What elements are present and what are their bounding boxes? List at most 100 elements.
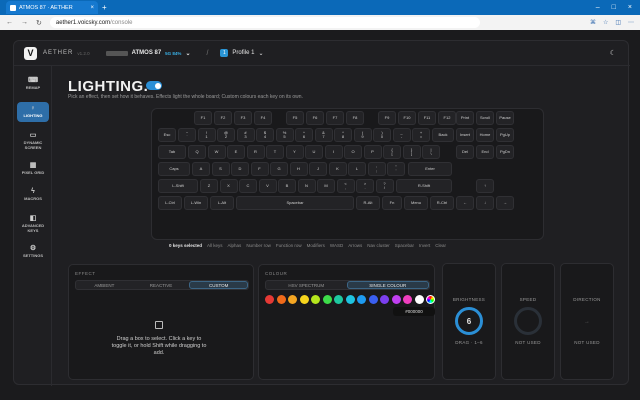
translate-icon[interactable]: ⌘ [590, 19, 596, 26]
key[interactable]: Back [432, 128, 454, 142]
profile-selector[interactable]: 1 Profile 1 ⌄ [220, 49, 263, 57]
effect-tab[interactable]: CUSTOM [189, 281, 249, 289]
key[interactable]: R-Ctrl [430, 196, 454, 210]
key[interactable]: F6 [306, 111, 324, 125]
key[interactable]: End [476, 145, 494, 159]
key[interactable]: C [239, 179, 257, 193]
url-field[interactable]: aether1.voicsky.com/console [49, 17, 480, 28]
key[interactable]: } ] [402, 145, 421, 159]
key[interactable]: ) 0 [373, 128, 391, 142]
device-selector[interactable]: ATMOS 87 5G 84% ⌄ [105, 50, 190, 57]
sidebar-item-advanced-keys[interactable]: ◧ ADVANCED KEYS [17, 215, 49, 233]
key[interactable]: K [328, 162, 347, 176]
key[interactable]: F5 [286, 111, 304, 125]
key[interactable]: F1 [194, 111, 212, 125]
colour-tab[interactable]: HSV SPECTRUM [266, 281, 347, 289]
key[interactable]: L-Win [184, 196, 208, 210]
colour-tab[interactable]: SINGLE COLOUR [346, 281, 429, 289]
key[interactable]: ↓ [476, 196, 494, 210]
key[interactable]: Spacebar [236, 196, 354, 210]
selection-option[interactable]: WASD [330, 243, 343, 248]
colour-picker-icon[interactable] [426, 295, 435, 304]
selection-option[interactable]: Invert [419, 243, 430, 248]
key[interactable]: G [270, 162, 288, 176]
colour-swatch[interactable] [414, 295, 424, 304]
key[interactable]: R-Shift [396, 179, 452, 193]
key[interactable]: F8 [346, 111, 364, 125]
colour-swatch[interactable] [299, 295, 309, 304]
colour-swatch[interactable] [265, 295, 274, 304]
selection-option[interactable]: All keys [207, 243, 223, 248]
back-icon[interactable]: ← [6, 19, 13, 27]
key[interactable]: M [317, 179, 335, 193]
new-tab-icon[interactable]: + [102, 3, 107, 12]
sidebar-item-settings[interactable]: ⚙ SETTINGS [17, 245, 49, 258]
key[interactable]: $ 4 [256, 128, 274, 142]
key[interactable]: : ; [367, 162, 386, 176]
key[interactable]: ↑ [476, 179, 494, 193]
key[interactable]: B [278, 179, 296, 193]
selection-option[interactable]: Arrows [348, 243, 362, 248]
key[interactable]: U [305, 145, 323, 159]
colour-swatch[interactable] [334, 295, 343, 304]
key[interactable]: T [266, 145, 284, 159]
browser-tab[interactable]: ATMOS 87 · AETHER × [6, 1, 98, 14]
key[interactable]: ← [456, 196, 474, 210]
extensions-icon[interactable]: ◫ [615, 19, 621, 26]
key[interactable]: A [192, 162, 210, 176]
key[interactable]: ~ ` [178, 128, 196, 142]
selection-option[interactable]: Clear [435, 243, 446, 248]
colour-swatch[interactable] [311, 295, 320, 304]
key[interactable]: PgUp [496, 128, 514, 142]
key[interactable]: V [258, 179, 277, 193]
key[interactable]: X [219, 179, 238, 193]
colour-swatch[interactable] [276, 295, 286, 304]
menu-icon[interactable]: ⋯ [628, 19, 634, 26]
selection-option[interactable]: Number row [246, 243, 271, 248]
key[interactable]: ! 1 [197, 128, 216, 142]
key[interactable]: Z [200, 179, 218, 193]
key[interactable]: F9 [378, 111, 396, 125]
key[interactable]: R-Alt [356, 196, 380, 210]
colour-swatch[interactable] [391, 295, 401, 304]
sidebar-item-dynamic-screen[interactable]: ▭ DYNAMIC SCREEN [17, 132, 49, 150]
colour-swatch[interactable] [288, 295, 297, 304]
key[interactable]: Insert [456, 128, 474, 142]
key[interactable]: N [297, 179, 316, 193]
key[interactable]: W [207, 145, 226, 159]
key[interactable]: → [496, 196, 514, 210]
close-window-icon[interactable]: × [628, 4, 632, 11]
key[interactable]: * 8 [334, 128, 352, 142]
key[interactable]: Home [476, 128, 494, 142]
key[interactable]: F4 [254, 111, 272, 125]
selection-option[interactable]: Modifiers [307, 243, 325, 248]
key[interactable]: F11 [418, 111, 436, 125]
key[interactable]: { [ [383, 145, 401, 159]
colour-swatch[interactable] [357, 295, 366, 304]
colour-swatch[interactable] [345, 295, 355, 304]
key[interactable]: Caps [158, 162, 190, 176]
key[interactable]: Pause [496, 111, 514, 125]
selection-option[interactable]: Nav cluster [367, 243, 390, 248]
colour-swatch[interactable] [322, 295, 332, 304]
key[interactable]: Q [188, 145, 206, 159]
key[interactable]: I [324, 145, 343, 159]
colour-swatch[interactable] [368, 295, 378, 304]
key[interactable]: L [348, 162, 366, 176]
forward-icon[interactable]: → [21, 19, 28, 27]
key[interactable]: J [309, 162, 327, 176]
key[interactable]: O [344, 145, 362, 159]
sidebar-item-macros[interactable]: ϟ MACROS [17, 188, 49, 201]
key[interactable]: " ' [387, 162, 405, 176]
sidebar-item-pixel-grid[interactable]: ▦ PIXEL GRID [17, 162, 49, 175]
key[interactable]: E [227, 145, 245, 159]
key[interactable]: F [250, 162, 269, 176]
key[interactable]: F3 [234, 111, 252, 125]
key[interactable]: % 5 [275, 128, 294, 142]
key[interactable]: Enter [408, 162, 452, 176]
hex-value[interactable]: #000000 [393, 307, 435, 316]
selection-option[interactable]: Function row [276, 243, 302, 248]
minimize-icon[interactable]: – [596, 4, 600, 11]
key[interactable]: D [231, 162, 249, 176]
key[interactable]: Y [285, 145, 304, 159]
